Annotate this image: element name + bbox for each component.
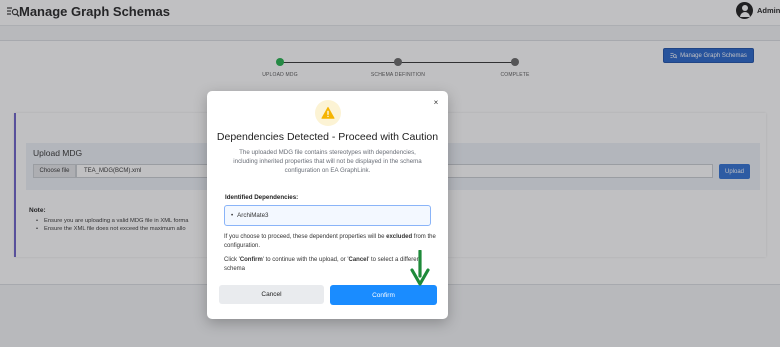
modal-title: Dependencies Detected - Proceed with Cau…: [216, 131, 439, 143]
cancel-button[interactable]: Cancel: [219, 285, 324, 304]
confirm-info-confirm: Confirm: [239, 257, 263, 263]
confirm-info-mid: ' to continue with the upload, or ': [262, 257, 349, 263]
dependencies-label: Identified Dependencies:: [225, 194, 299, 201]
dependency-item: ArchiMate3: [231, 212, 268, 219]
confirm-info-cancel: Cancel: [348, 257, 369, 263]
exclusion-info-prefix: If you choose to proceed, these dependen…: [224, 234, 387, 240]
warning-triangle-icon: [321, 106, 335, 119]
warning-badge: [315, 100, 341, 126]
confirm-button[interactable]: Confirm: [330, 285, 437, 305]
modal-description: The uploaded MDG file contains stereotyp…: [233, 149, 422, 174]
confirm-info: Click 'Confirm' to continue with the upl…: [224, 256, 439, 273]
close-icon[interactable]: ×: [431, 98, 441, 108]
down-arrow-annotation: [410, 250, 430, 286]
exclusion-info-bold: excluded: [386, 234, 413, 240]
exclusion-info: If you choose to proceed, these dependen…: [224, 233, 439, 250]
confirm-info-prefix: Click ': [224, 257, 240, 263]
